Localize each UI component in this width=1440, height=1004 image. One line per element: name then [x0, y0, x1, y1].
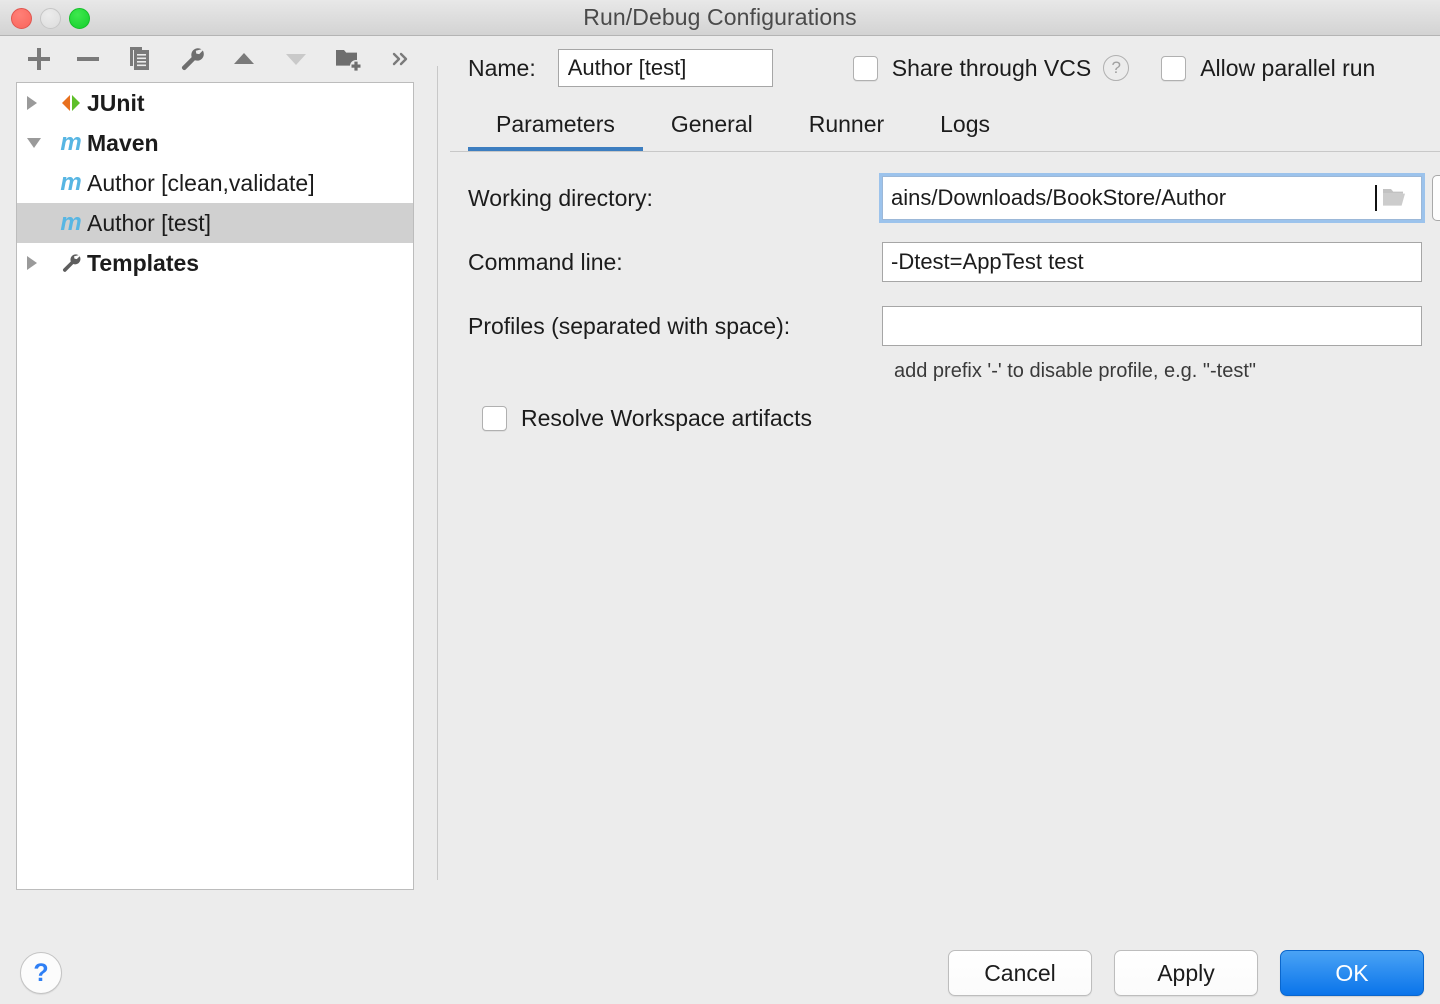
maven-icon: m	[55, 129, 87, 157]
edit-templates-button[interactable]	[166, 39, 218, 79]
allow-parallel-run-label: Allow parallel run	[1200, 55, 1375, 82]
parameters-form: Working directory: ains/Downloads/BookSt…	[450, 152, 1440, 432]
allow-parallel-run-group[interactable]: Allow parallel run	[1161, 55, 1375, 82]
name-input[interactable]	[558, 49, 773, 87]
working-directory-field-wrap: ains/Downloads/BookStore/Author	[882, 175, 1440, 221]
profiles-field-wrap	[882, 306, 1422, 346]
share-vcs-help-icon[interactable]: ?	[1103, 55, 1129, 81]
minus-icon	[73, 44, 103, 74]
title-bar: Run/Debug Configurations	[0, 0, 1440, 36]
command-line-label: Command line:	[468, 249, 882, 276]
profiles-hint: add prefix '-' to disable profile, e.g. …	[882, 360, 1440, 383]
create-folder-button[interactable]	[322, 39, 374, 79]
share-through-vcs-checkbox[interactable]	[853, 56, 878, 81]
module-directory-button[interactable]	[1432, 175, 1440, 221]
help-button[interactable]: ?	[20, 952, 62, 994]
arrow-up-icon	[229, 44, 259, 74]
junit-icon	[55, 91, 87, 115]
move-up-button[interactable]	[218, 39, 270, 79]
junit-expand-toggle[interactable]	[27, 96, 55, 110]
chevron-down-icon	[27, 138, 41, 148]
chevron-right-icon	[27, 256, 37, 270]
zoom-window-button[interactable]	[69, 8, 90, 29]
tab-label: Parameters	[496, 111, 615, 137]
maven-collapse-toggle[interactable]	[27, 138, 55, 148]
tree-item-author-test[interactable]: m Author [test]	[17, 203, 413, 243]
tab-parameters[interactable]: Parameters	[468, 111, 643, 152]
resolve-workspace-artifacts-label: Resolve Workspace artifacts	[521, 405, 812, 432]
command-line-value: -Dtest=AppTest test	[891, 249, 1413, 275]
apply-button[interactable]: Apply	[1114, 950, 1258, 996]
resolve-workspace-artifacts-row[interactable]: Resolve Workspace artifacts	[468, 405, 1440, 432]
tree-item-label: Templates	[87, 250, 199, 277]
window-title: Run/Debug Configurations	[583, 4, 856, 31]
browse-folder-icon[interactable]	[1379, 185, 1413, 211]
share-through-vcs-label: Share through VCS	[892, 55, 1091, 82]
arrow-down-icon	[281, 44, 311, 74]
working-directory-row: Working directory: ains/Downloads/BookSt…	[468, 172, 1440, 224]
command-line-field-wrap: -Dtest=AppTest test	[882, 242, 1422, 282]
tab-label: Runner	[809, 111, 884, 137]
maven-icon: m	[55, 169, 87, 197]
working-directory-value: ains/Downloads/BookStore/Author	[891, 185, 1375, 211]
command-line-input[interactable]: -Dtest=AppTest test	[882, 242, 1422, 282]
tree-item-author-clean-validate[interactable]: m Author [clean,validate]	[17, 163, 413, 203]
folder-add-icon	[333, 44, 363, 74]
editor-tabs: Parameters General Runner Logs	[450, 96, 1440, 152]
tab-general[interactable]: General	[643, 111, 781, 152]
chevron-right-icon	[27, 96, 37, 110]
remove-button[interactable]	[62, 39, 114, 79]
tree-item-label: Author [test]	[87, 210, 211, 237]
profiles-input[interactable]	[882, 306, 1422, 346]
tab-label: Logs	[940, 111, 990, 137]
cancel-button[interactable]: Cancel	[948, 950, 1092, 996]
profiles-row: Profiles (separated with space):	[468, 300, 1440, 352]
configurations-toolbar	[16, 36, 430, 82]
run-debug-configurations-dialog: Run/Debug Configurations	[0, 0, 1440, 1004]
add-button[interactable]	[16, 39, 62, 79]
tree-item-templates[interactable]: Templates	[17, 243, 413, 283]
close-window-button[interactable]	[11, 8, 32, 29]
move-down-button	[270, 39, 322, 79]
tab-label: General	[671, 111, 753, 137]
working-directory-input[interactable]: ains/Downloads/BookStore/Author	[882, 176, 1422, 220]
tree-item-junit[interactable]: JUnit	[17, 83, 413, 123]
maven-icon: m	[55, 209, 87, 237]
configurations-panel: JUnit m Maven m Author [clean,validate]	[0, 36, 430, 942]
tree-item-maven[interactable]: m Maven	[17, 123, 413, 163]
more-options-button[interactable]	[374, 39, 426, 79]
wrench-icon	[177, 44, 207, 74]
name-row: Name: Share through VCS ? Allow parallel…	[450, 40, 1440, 96]
window-controls	[11, 0, 90, 36]
tab-logs[interactable]: Logs	[912, 111, 1018, 152]
wrench-icon	[55, 251, 87, 275]
working-directory-label: Working directory:	[468, 185, 882, 212]
ok-button[interactable]: OK	[1280, 950, 1424, 996]
tree-item-label: Author [clean,validate]	[87, 170, 315, 197]
tree-item-label: JUnit	[87, 90, 145, 117]
resolve-workspace-artifacts-checkbox[interactable]	[482, 406, 507, 431]
minimize-window-button[interactable]	[40, 8, 61, 29]
chevron-double-right-icon	[385, 44, 415, 74]
dialog-body: JUnit m Maven m Author [clean,validate]	[0, 36, 1440, 942]
profiles-label: Profiles (separated with space):	[468, 313, 882, 340]
name-label: Name:	[468, 55, 536, 82]
copy-configuration-button[interactable]	[114, 39, 166, 79]
copy-icon	[125, 44, 155, 74]
configurations-tree[interactable]: JUnit m Maven m Author [clean,validate]	[16, 82, 414, 890]
tree-item-label: Maven	[87, 130, 159, 157]
dialog-footer: ? Cancel Apply OK	[0, 942, 1440, 1004]
templates-expand-toggle[interactable]	[27, 256, 55, 270]
allow-parallel-run-checkbox[interactable]	[1161, 56, 1186, 81]
plus-icon	[24, 44, 54, 74]
configuration-editor-panel: Name: Share through VCS ? Allow parallel…	[430, 36, 1440, 942]
share-through-vcs-group[interactable]: Share through VCS ?	[853, 55, 1129, 82]
command-line-row: Command line: -Dtest=AppTest test	[468, 236, 1440, 288]
text-caret	[1375, 185, 1377, 211]
tab-runner[interactable]: Runner	[781, 111, 912, 152]
